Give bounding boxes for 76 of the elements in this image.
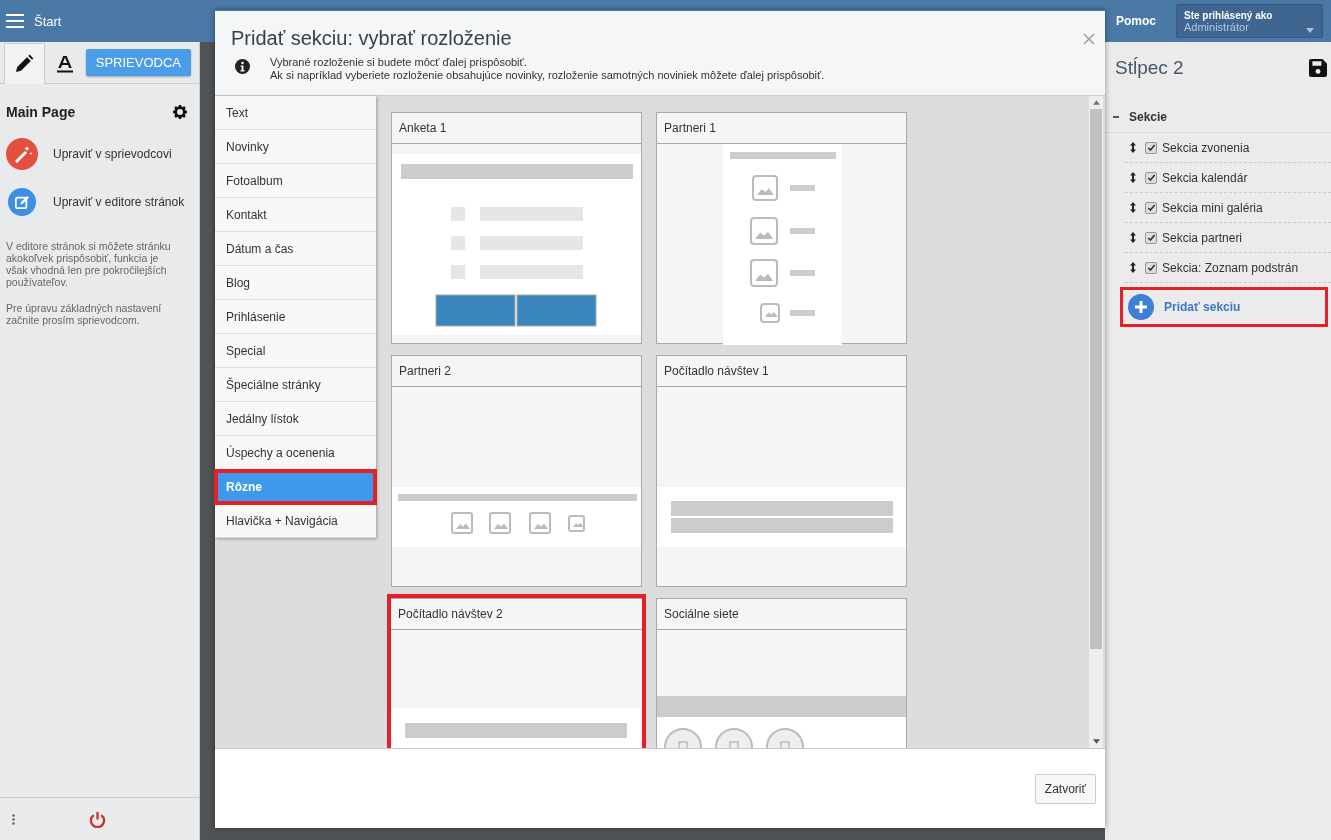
drag-handle-icon[interactable] <box>1130 142 1136 153</box>
close-button[interactable]: Zatvoriť <box>1034 773 1096 804</box>
category-item[interactable]: Text <box>215 96 376 130</box>
save-icon[interactable] <box>1309 59 1327 77</box>
category-item[interactable]: Dátum a čas <box>215 232 376 266</box>
layout-title: Partneri 2 <box>399 364 452 378</box>
category-item[interactable]: Novinky <box>215 130 376 164</box>
section-row[interactable]: Sekcia mini galéria <box>1125 193 1331 223</box>
scrollbar[interactable] <box>1089 96 1103 748</box>
power-icon[interactable] <box>89 810 106 828</box>
layout-title: Počítadlo návštev 2 <box>398 607 503 621</box>
layout-card[interactable]: Partneri 1 <box>656 112 907 344</box>
checkbox[interactable] <box>1145 201 1157 214</box>
category-item[interactable]: Hlavička + Navigácia <box>215 504 376 538</box>
layout-card[interactable]: Anketa 1 <box>391 112 642 344</box>
scroll-up-icon[interactable] <box>1092 100 1100 105</box>
help-text: V editore stránok si môžete stránku akokoľvek prispôsobiť, funkcia je však vhodná len pre pokročilejších používateľov. <box>6 240 172 288</box>
drag-handle-icon[interactable] <box>1130 172 1136 183</box>
text-format-icon <box>57 55 74 73</box>
section-label: Sekcia kalendár <box>1162 170 1248 185</box>
info-text: Vybrané rozloženie si budete môcť ďalej prispôsobiť. <box>270 56 528 69</box>
dialog-title: Pridať sekciu: vybrať rozloženie <box>231 27 512 50</box>
layout-title: Anketa 1 <box>399 121 447 135</box>
layout-title: Počítadlo návštev 1 <box>664 364 769 378</box>
help-link[interactable]: Pomoc <box>1116 14 1156 28</box>
editor-tab[interactable] <box>4 43 45 84</box>
category-item[interactable]: Blog <box>215 266 376 300</box>
more-icon[interactable] <box>12 813 15 825</box>
group-title: Sekcie <box>1129 110 1168 124</box>
panel-title: Stĺpec 2 <box>1115 57 1184 79</box>
info-icon <box>235 59 250 74</box>
section-label: Sekcia partneri <box>1162 230 1243 245</box>
category-item[interactable]: Fotoalbum <box>215 164 376 198</box>
user-dropdown[interactable]: Ste prihlásený ako Administrátor <box>1176 4 1323 38</box>
action-link[interactable]: Upraviť v editore stránok <box>53 195 185 209</box>
checkbox[interactable] <box>1145 261 1157 274</box>
category-item[interactable]: Prihlásenie <box>215 300 376 334</box>
checkbox[interactable] <box>1145 141 1157 154</box>
collapse-toggle[interactable] <box>1113 113 1119 121</box>
pencil-icon <box>14 54 35 74</box>
layout-card[interactable]: Sociálne siete <box>656 598 907 748</box>
section-row[interactable]: Sekcia: Zoznam podstrán <box>1125 253 1331 283</box>
category-item[interactable]: Špeciálne stránky <box>215 368 376 402</box>
category-item[interactable]: Special <box>215 334 376 368</box>
info-text: Ak si napríklad vyberiete rozloženie obsahujúce novinky, rozloženie samotných noviniek môžete ďalej prispôsobiť. <box>270 69 825 82</box>
menu-icon[interactable] <box>6 14 24 28</box>
drag-handle-icon[interactable] <box>1130 232 1136 243</box>
action-link[interactable]: Upraviť v sprievodcovi <box>53 147 185 161</box>
layout-title: Sociálne siete <box>664 607 739 621</box>
section-row[interactable]: Sekcia partneri <box>1125 223 1331 253</box>
category-item[interactable]: Kontakt <box>215 198 376 232</box>
section-label: Sekcia: Zoznam podstrán <box>1162 260 1299 275</box>
magic-wand-icon[interactable] <box>6 138 38 170</box>
drag-handle-icon[interactable] <box>1130 202 1136 213</box>
section-label: Sekcia mini galéria <box>1162 200 1263 215</box>
close-icon[interactable] <box>1083 32 1095 45</box>
start-link[interactable]: Štart <box>34 13 62 29</box>
drag-handle-icon[interactable] <box>1130 262 1136 273</box>
edit-icon[interactable] <box>6 188 38 216</box>
category-item[interactable]: Jedálny lístok <box>215 402 376 436</box>
section-row[interactable]: Sekcia zvonenia <box>1125 133 1331 163</box>
settings-icon[interactable] <box>173 105 187 119</box>
scroll-down-icon[interactable] <box>1092 739 1100 744</box>
layout-card[interactable]: Počítadlo návštev 2 <box>387 594 646 748</box>
section-row[interactable]: Sekcia kalendár <box>1125 163 1331 193</box>
checkbox[interactable] <box>1145 231 1157 244</box>
section-label: Sekcia zvonenia <box>1162 140 1250 155</box>
layout-card[interactable]: Partneri 2 <box>391 355 642 587</box>
page-title: Main Page <box>6 104 76 120</box>
add-section-button[interactable]: Pridať sekciu <box>1120 287 1328 327</box>
caret-icon <box>1306 28 1314 33</box>
plus-icon <box>1128 294 1154 320</box>
checkbox[interactable] <box>1145 171 1157 184</box>
layout-title: Partneri 1 <box>664 121 717 135</box>
help-text: Pre úpravu základných nastavení začnite prosím sprievodcom. <box>6 302 163 326</box>
layout-card[interactable]: Počítadlo návštev 1 <box>656 355 907 587</box>
